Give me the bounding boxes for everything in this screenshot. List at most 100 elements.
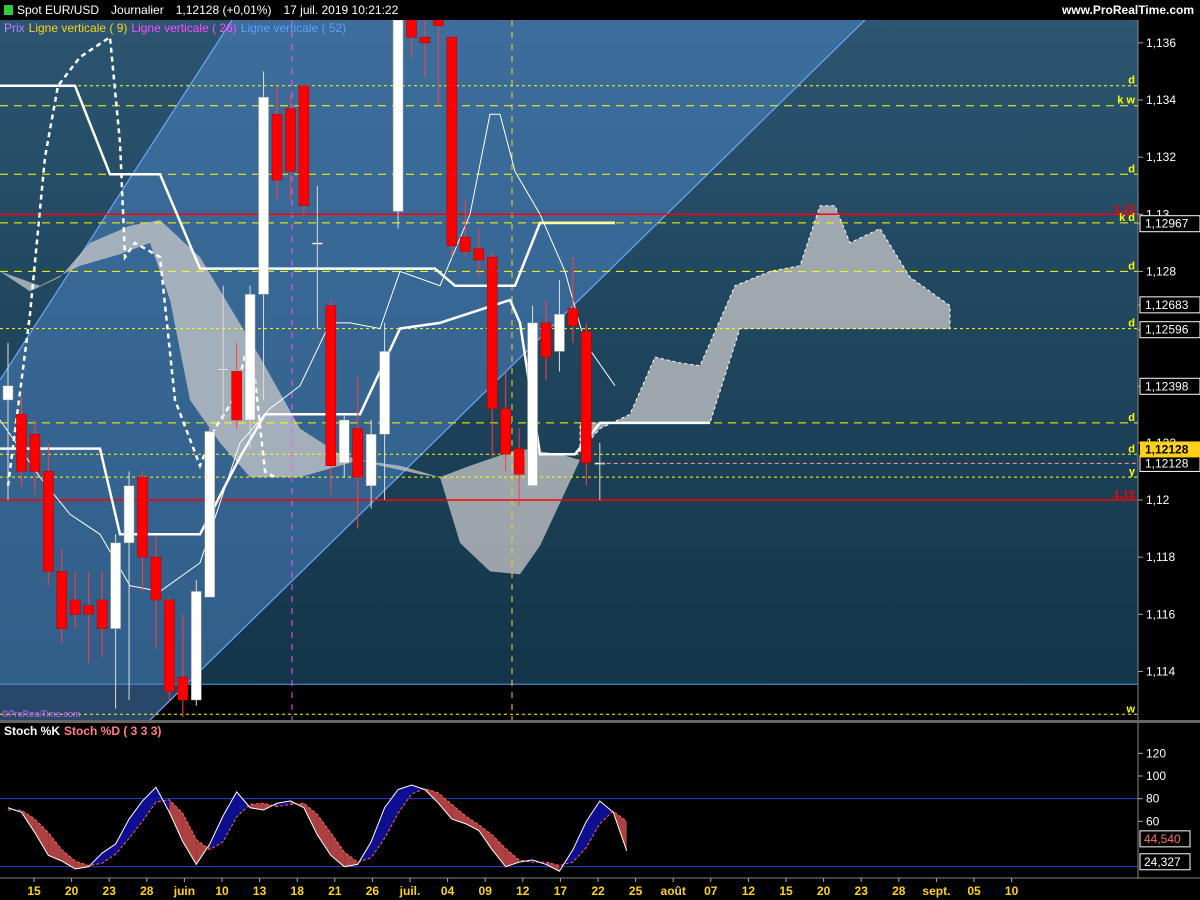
candle-body-27 bbox=[365, 434, 377, 486]
level-label-4: d bbox=[1128, 163, 1135, 175]
current-price-label: 1,12128 bbox=[1145, 442, 1189, 456]
candle-body-6 bbox=[83, 605, 94, 615]
date-tick-label-17: août bbox=[661, 884, 686, 898]
stoch-axis: 120 100 80 60 44,540 24,327 bbox=[1137, 723, 1200, 878]
candle-body-39 bbox=[527, 322, 538, 486]
date-tick-label-8: 21 bbox=[328, 884, 342, 898]
date-tick-label-6: 13 bbox=[253, 884, 267, 898]
candle-body-21 bbox=[285, 108, 296, 172]
date-tick-label-22: 23 bbox=[855, 884, 869, 898]
date-axis: 15 20 23 28 juin 10 13 18 21 26 juil. 04 09 12 17 22 25 a… bbox=[0, 877, 1200, 900]
price-box-label-1: 1,12683 bbox=[1145, 298, 1189, 312]
legend-item-vline-52: Ligne verticale ( 52) bbox=[240, 21, 347, 35]
date-tick-label-20: 15 bbox=[779, 884, 793, 898]
candle-body-24 bbox=[325, 305, 337, 466]
stoch-legend: Stoch %K Stoch %D ( 3 3 3) bbox=[2, 724, 163, 738]
candle-body-42 bbox=[567, 308, 579, 326]
stoch-value-label-1: 24,327 bbox=[1144, 855, 1181, 869]
candle-body-36 bbox=[486, 256, 498, 409]
candle-body-34 bbox=[460, 236, 471, 252]
legend-item-vline-9: Ligne verticale ( 9) bbox=[28, 21, 128, 35]
candle-body-30 bbox=[406, 20, 417, 38]
candle-body-38 bbox=[513, 448, 525, 475]
date-tick-label-1: 20 bbox=[65, 884, 79, 898]
price-box-label-0: 1,12967 bbox=[1145, 217, 1189, 231]
candle-body-17 bbox=[231, 371, 242, 421]
candle-body-14 bbox=[191, 591, 202, 701]
price-tick-label-0: 1,114 bbox=[1146, 664, 1175, 678]
price-tick-label-1: 1,116 bbox=[1146, 607, 1175, 621]
date-tick-label-19: 12 bbox=[742, 884, 756, 898]
date-tick-label-7: 18 bbox=[291, 884, 305, 898]
candle-body-32 bbox=[433, 20, 444, 26]
date-tick-label-10: juil. bbox=[399, 884, 421, 898]
candle-body-0 bbox=[2, 385, 14, 401]
legend-item-stoch-k: Stoch %K bbox=[4, 724, 61, 738]
candle-body-11 bbox=[150, 556, 162, 601]
date-tick-label-4: juin bbox=[173, 884, 195, 898]
price-box-label-4: 1,12128 bbox=[1145, 456, 1189, 470]
candle-body-33 bbox=[446, 36, 458, 246]
date-tick-label-15: 22 bbox=[591, 884, 605, 898]
stoch-tick-label-0: 120 bbox=[1146, 746, 1166, 760]
candle-body-22 bbox=[298, 85, 310, 206]
level-label-9: d bbox=[1128, 443, 1135, 455]
date-tick-label-11: 04 bbox=[441, 884, 455, 898]
price-axis: 1,1141,1161,1181,121,1221,123981,125961,… bbox=[1137, 20, 1200, 720]
price-box-label-3: 1,12398 bbox=[1145, 379, 1189, 393]
date-tick-label-21: 20 bbox=[817, 884, 831, 898]
level-label-2: d bbox=[1128, 75, 1135, 87]
stoch-panel-bg bbox=[0, 723, 1138, 878]
price-tick-label-11: 1,132 bbox=[1146, 150, 1176, 164]
candle-body-2 bbox=[29, 434, 41, 472]
watermark: ©ProRealTime.com bbox=[2, 709, 81, 719]
candle-body-43 bbox=[581, 331, 592, 464]
candle-body-20 bbox=[271, 114, 283, 181]
date-tick-label-2: 23 bbox=[103, 884, 117, 898]
date-tick-label-18: 07 bbox=[704, 884, 718, 898]
candle-body-26 bbox=[352, 428, 363, 478]
date-tick-label-5: 10 bbox=[215, 884, 229, 898]
date-tick-label-25: 05 bbox=[967, 884, 981, 898]
date-tick-label-23: 28 bbox=[892, 884, 906, 898]
level-label-10: y bbox=[1129, 466, 1136, 478]
legend-item-vline-26: Ligne verticale ( 26) bbox=[131, 21, 237, 35]
candle-body-10 bbox=[137, 476, 148, 558]
candle-body-40 bbox=[540, 322, 552, 358]
stoch-tick-label-3: 60 bbox=[1146, 814, 1160, 828]
candle-body-7 bbox=[96, 599, 108, 629]
candle-body-29 bbox=[392, 20, 404, 212]
candle-body-16 bbox=[217, 368, 229, 371]
date-tick-label-3: 28 bbox=[140, 884, 154, 898]
level-label-7: d bbox=[1128, 318, 1135, 330]
candle-body-37 bbox=[500, 408, 511, 455]
candle-body-15 bbox=[204, 431, 215, 598]
date-tick-label-24: sept. bbox=[922, 884, 950, 898]
level-label-5: k d bbox=[1119, 212, 1135, 224]
level-label-3: k w bbox=[1117, 95, 1135, 107]
candle-body-25 bbox=[339, 419, 350, 464]
legend-item-stoch-d: Stoch %D ( 3 3 3) bbox=[64, 724, 162, 738]
candle-body-3 bbox=[43, 471, 54, 572]
date-tick-label-26: 10 bbox=[1005, 884, 1019, 898]
stoch-value-label-0: 44,540 bbox=[1144, 832, 1181, 846]
level-label-6: d bbox=[1128, 260, 1135, 272]
date-tick-label-16: 25 bbox=[629, 884, 643, 898]
stoch-tick-label-1: 100 bbox=[1146, 769, 1166, 783]
price-chart[interactable]: 1,131,12dk wdk dddddyw1,1141,1161,1181,1… bbox=[0, 0, 1200, 900]
stoch-tick-label-2: 80 bbox=[1146, 792, 1160, 806]
date-tick-label-0: 15 bbox=[27, 884, 41, 898]
level-label-1: 1,12 bbox=[1114, 489, 1135, 501]
date-tick-label-13: 12 bbox=[516, 884, 530, 898]
candle-body-41 bbox=[554, 314, 565, 352]
candle-body-18 bbox=[244, 294, 256, 421]
level-label-11: w bbox=[1125, 703, 1135, 715]
candle-body-8 bbox=[110, 542, 121, 629]
price-tick-label-2: 1,118 bbox=[1146, 550, 1175, 564]
panel-separator bbox=[0, 720, 1200, 723]
candle-body-19 bbox=[258, 96, 269, 295]
price-tick-label-13: 1,136 bbox=[1146, 36, 1176, 50]
candle-body-13 bbox=[177, 676, 189, 701]
candle-body-1 bbox=[16, 414, 27, 472]
candle-body-31 bbox=[419, 36, 431, 44]
